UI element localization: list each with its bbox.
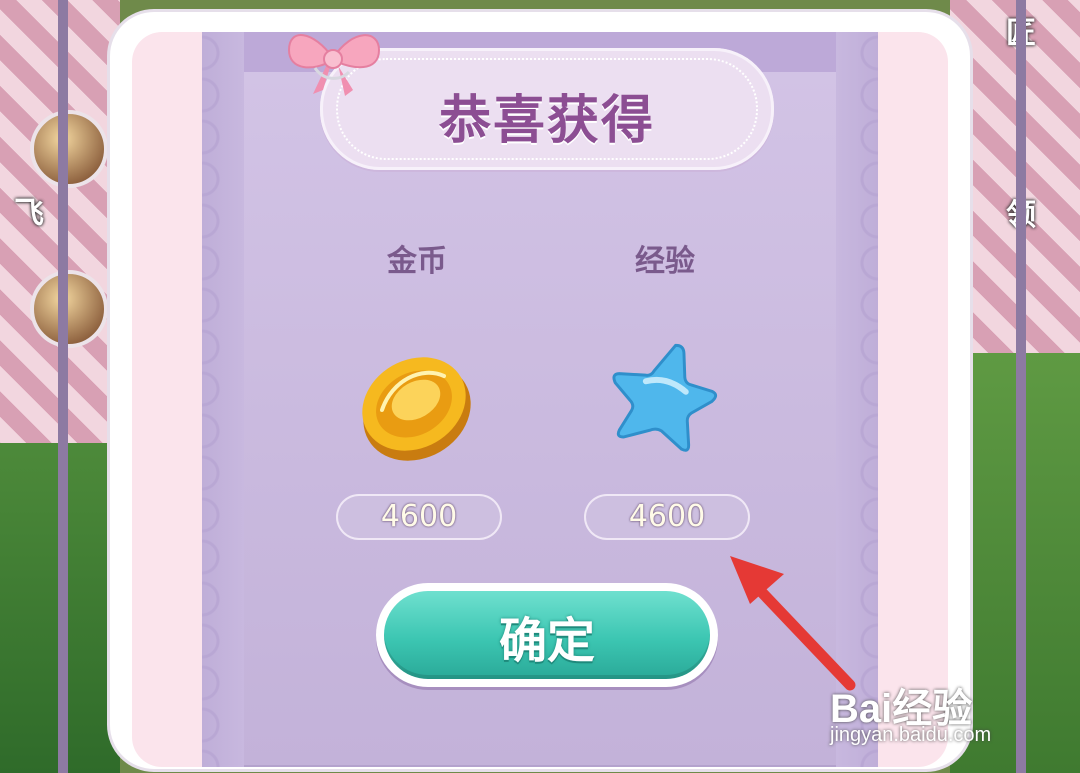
dialog-title: 恭喜获得 [438, 91, 655, 151]
reward-amount-coins: 4600 [336, 494, 502, 540]
background-label: 飞 [14, 196, 44, 231]
npc-avatar[interactable] [30, 110, 108, 188]
confirm-button-label: 确定 [498, 615, 595, 668]
watermark-url: jingyan.baidu.com [830, 724, 992, 746]
confirm-button[interactable]: 确定 [376, 583, 718, 687]
reward-label-exp: 经验 [635, 244, 695, 279]
background-divider [1016, 0, 1026, 773]
baidu-watermark: Bai经验 jingyan.baidu.com [826, 660, 1036, 760]
blue-star-icon [612, 343, 718, 452]
lace-border-left [202, 32, 244, 767]
npc-avatar[interactable] [30, 270, 108, 348]
pink-bow-icon [287, 34, 381, 96]
reward-amount-exp: 4600 [584, 494, 750, 540]
gold-coin-icon [362, 357, 471, 461]
background-divider [58, 0, 68, 773]
title-plate: 恭喜获得 [320, 48, 774, 170]
reward-label-coins: 金币 [387, 244, 447, 279]
